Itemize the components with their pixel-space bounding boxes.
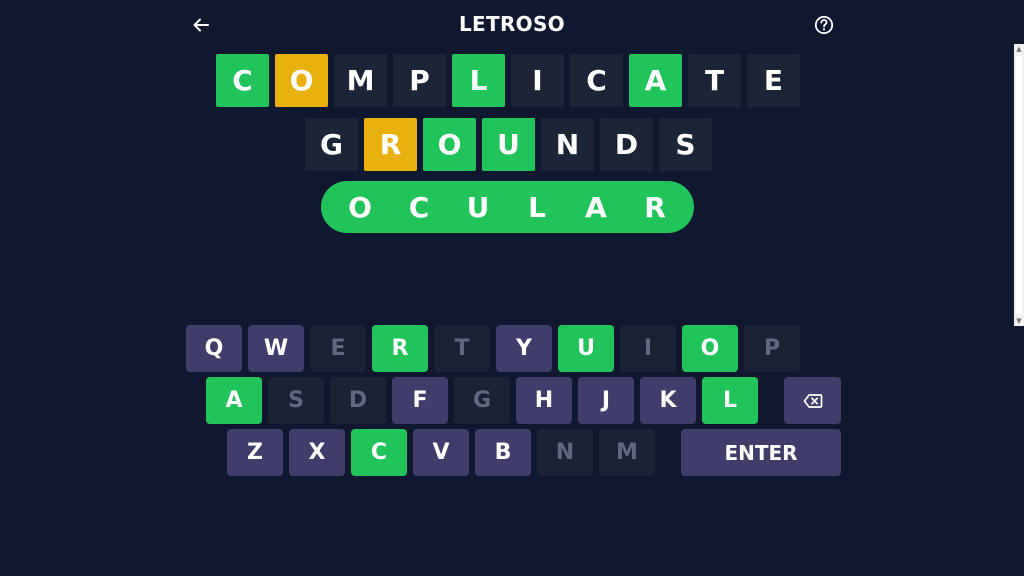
key-b[interactable]: B bbox=[475, 429, 531, 476]
key-w[interactable]: W bbox=[248, 325, 304, 372]
page-title: LETROSO bbox=[459, 12, 565, 36]
answer-word: OCULAR bbox=[321, 181, 694, 233]
tile: T bbox=[688, 54, 741, 107]
enter-key[interactable]: ENTER bbox=[681, 429, 841, 476]
backspace-key[interactable] bbox=[784, 377, 841, 424]
key-g[interactable]: G bbox=[454, 377, 510, 424]
key-y[interactable]: Y bbox=[496, 325, 552, 372]
tile: M bbox=[334, 54, 387, 107]
scrollbar[interactable]: ▲ ▼ bbox=[1014, 44, 1024, 326]
key-c[interactable]: C bbox=[351, 429, 407, 476]
tile: P bbox=[393, 54, 446, 107]
keyboard-row-2: ASDFGHJKL bbox=[206, 377, 847, 424]
key-k[interactable]: K bbox=[640, 377, 696, 424]
keyboard-spacer bbox=[764, 377, 784, 424]
key-n[interactable]: N bbox=[537, 429, 593, 476]
keyboard-row-3: Z X C V B N M ENTER bbox=[227, 429, 847, 476]
key-u[interactable]: U bbox=[558, 325, 614, 372]
tile: E bbox=[747, 54, 800, 107]
key-f[interactable]: F bbox=[392, 377, 448, 424]
key-z[interactable]: Z bbox=[227, 429, 283, 476]
key-q[interactable]: Q bbox=[186, 325, 242, 372]
key-i[interactable]: I bbox=[620, 325, 676, 372]
tile: U bbox=[482, 118, 535, 171]
answer-letter: A bbox=[585, 190, 607, 224]
key-m[interactable]: M bbox=[599, 429, 655, 476]
tile: O bbox=[423, 118, 476, 171]
key-s[interactable]: S bbox=[268, 377, 324, 424]
backspace-icon bbox=[803, 393, 822, 408]
tile: A bbox=[629, 54, 682, 107]
tile: L bbox=[452, 54, 505, 107]
help-button[interactable] bbox=[811, 12, 837, 38]
answer-letter: C bbox=[408, 190, 430, 224]
keyboard-spacer bbox=[661, 429, 681, 476]
tile: C bbox=[216, 54, 269, 107]
guess-row-1: COMPLICATE bbox=[216, 54, 800, 107]
answer-letter: O bbox=[348, 190, 372, 224]
game-screen: LETROSO ▲ ▼ COMPLICATE GROUNDS OCULAR QW… bbox=[0, 0, 1024, 576]
key-j[interactable]: J bbox=[578, 377, 634, 424]
scroll-thumb[interactable] bbox=[1016, 56, 1022, 314]
key-x[interactable]: X bbox=[289, 429, 345, 476]
key-a[interactable]: A bbox=[206, 377, 262, 424]
tile: S bbox=[659, 118, 712, 171]
tile: R bbox=[364, 118, 417, 171]
key-l[interactable]: L bbox=[702, 377, 758, 424]
question-circle-icon bbox=[814, 15, 834, 35]
keyboard-row-1: QWERTYUIOP bbox=[186, 325, 806, 372]
scroll-up-arrow[interactable]: ▲ bbox=[1014, 44, 1024, 54]
key-v[interactable]: V bbox=[413, 429, 469, 476]
answer-letter: R bbox=[644, 190, 666, 224]
key-t[interactable]: T bbox=[434, 325, 490, 372]
key-r[interactable]: R bbox=[372, 325, 428, 372]
answer-letter: L bbox=[528, 190, 546, 224]
tile: C bbox=[570, 54, 623, 107]
tile: O bbox=[275, 54, 328, 107]
tile: D bbox=[600, 118, 653, 171]
key-e[interactable]: E bbox=[310, 325, 366, 372]
key-d[interactable]: D bbox=[330, 377, 386, 424]
key-o[interactable]: O bbox=[682, 325, 738, 372]
answer-letter: U bbox=[466, 190, 490, 224]
tile: I bbox=[511, 54, 564, 107]
scroll-down-arrow[interactable]: ▼ bbox=[1014, 316, 1024, 326]
key-h[interactable]: H bbox=[516, 377, 572, 424]
guess-row-2: GROUNDS bbox=[305, 118, 712, 171]
tile: N bbox=[541, 118, 594, 171]
tile: G bbox=[305, 118, 358, 171]
key-p[interactable]: P bbox=[744, 325, 800, 372]
